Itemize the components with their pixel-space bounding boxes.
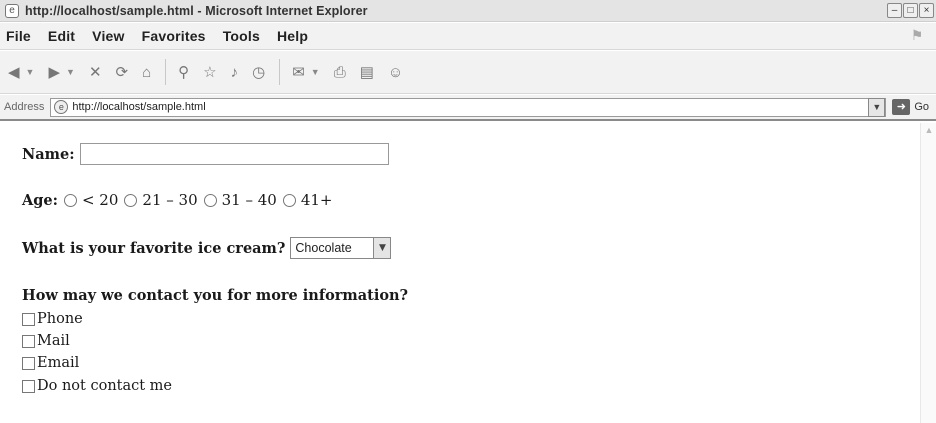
ie-page-icon: e (54, 100, 69, 114)
chevron-down-icon[interactable]: ▼ (311, 67, 320, 77)
ie-page-icon: e (5, 3, 19, 18)
icecream-select[interactable]: Chocolate ▼ (290, 237, 392, 259)
contact-label: How may we contact you for more informat… (22, 287, 409, 304)
icecream-row: What is your favorite ice cream? Chocola… (22, 237, 392, 259)
go-button[interactable]: ➜ Go (892, 99, 929, 115)
age-row: Age: < 20 21 – 30 31 – 40 41+ (22, 191, 333, 209)
radio-button[interactable] (124, 193, 138, 207)
chevron-down-icon[interactable]: ▼ (66, 67, 75, 77)
age-option-label: < 20 (81, 191, 119, 209)
checkbox[interactable] (22, 356, 35, 370)
messenger-icon: ☺ (387, 63, 404, 81)
refresh-icon: ⟳ (115, 64, 129, 81)
menu-favorites[interactable]: Favorites (142, 28, 206, 44)
icecream-label: What is your favorite ice cream? (22, 239, 286, 257)
menu-tools[interactable]: Tools (223, 28, 260, 44)
age-option-31-40[interactable]: 31 – 40 (198, 191, 277, 209)
address-url[interactable]: http://localhost/sample.html (72, 101, 205, 113)
window-controls: – □ × (887, 3, 934, 18)
go-label: Go (914, 101, 930, 113)
age-option-under-20[interactable]: < 20 (58, 191, 118, 209)
icecream-selected-value: Chocolate (295, 241, 352, 255)
search-icon: ⚲ (178, 64, 190, 81)
stop-button[interactable]: ✕ (89, 63, 102, 81)
name-field[interactable] (79, 143, 389, 165)
menu-file[interactable]: File (6, 28, 31, 44)
history-icon: ◷ (252, 64, 266, 81)
mail-icon: ✉ (292, 64, 305, 81)
radio-button[interactable] (63, 193, 77, 207)
menu-edit[interactable]: Edit (48, 28, 75, 44)
search-button[interactable]: ⚲ (178, 63, 189, 81)
vertical-scrollbar[interactable]: ▲ (920, 123, 936, 423)
age-option-41-plus[interactable]: 41+ (277, 191, 333, 209)
forward-button[interactable]: ▶ ▼ (48, 63, 74, 81)
menu-view[interactable]: View (92, 28, 124, 44)
age-option-label: 41+ (300, 191, 333, 209)
home-icon: ⌂ (142, 63, 152, 81)
contact-option-label: Phone (37, 311, 83, 327)
chevron-down-icon[interactable]: ▼ (373, 238, 391, 258)
address-label: Address (4, 101, 45, 113)
age-option-label: 31 – 40 (221, 191, 277, 209)
favorites-icon: ☆ (203, 64, 217, 81)
address-input[interactable]: e http://localhost/sample.html ▼ (50, 97, 887, 117)
age-option-label: 21 – 30 (142, 191, 198, 209)
contact-option-label: Mail (37, 333, 70, 349)
contact-option-label: Do not contact me (37, 378, 173, 394)
toolbar-divider (279, 59, 281, 85)
age-label: Age: (22, 191, 58, 209)
checkbox[interactable] (22, 312, 35, 326)
back-button[interactable]: ◀ ▼ (8, 63, 34, 81)
contact-option-mail[interactable]: Mail (22, 333, 70, 349)
media-icon: ♪ (230, 63, 239, 81)
maximize-button[interactable]: □ (903, 3, 918, 18)
window-title: http://localhost/sample.html - Microsoft… (25, 3, 368, 18)
checkbox[interactable] (22, 334, 35, 348)
address-bar: Address e http://localhost/sample.html ▼… (0, 95, 936, 121)
menu-help[interactable]: Help (277, 28, 308, 44)
edit-button[interactable]: ▤ (360, 63, 374, 81)
scroll-up-icon[interactable]: ▲ (923, 125, 935, 137)
refresh-button[interactable]: ⟳ (116, 63, 129, 81)
contact-heading-row: How may we contact you for more informat… (22, 287, 408, 304)
stop-icon: ✕ (88, 64, 102, 81)
menu-bar: File Edit View Favorites Tools Help ⚑ (0, 23, 936, 50)
minimize-button[interactable]: – (887, 3, 902, 18)
favorites-button[interactable]: ☆ (203, 63, 216, 81)
history-button[interactable]: ◷ (252, 63, 265, 81)
toolbar-divider (165, 59, 167, 85)
contact-option-phone[interactable]: Phone (22, 311, 83, 327)
radio-button[interactable] (203, 193, 217, 207)
checkbox[interactable] (22, 379, 35, 393)
title-bar: e http://localhost/sample.html - Microso… (0, 0, 936, 22)
page-content: Name: Age: < 20 21 – 30 31 – 40 41+ What… (0, 123, 920, 423)
arrow-right-icon: ➜ (892, 99, 911, 115)
contact-option-none[interactable]: Do not contact me (22, 378, 172, 394)
radio-button[interactable] (282, 193, 296, 207)
chevron-down-icon[interactable]: ▼ (868, 97, 886, 117)
back-icon: ◀ (8, 64, 20, 81)
windows-logo-icon: ⚑ (910, 27, 924, 43)
close-button[interactable]: × (919, 3, 934, 18)
print-icon: ⎙ (333, 63, 346, 81)
print-button[interactable]: ⎙ (334, 64, 346, 81)
contact-option-email[interactable]: Email (22, 355, 79, 371)
contact-option-label: Email (37, 355, 80, 371)
forward-icon: ▶ (48, 64, 61, 81)
messenger-button[interactable]: ☺ (388, 64, 403, 81)
edit-icon: ▤ (359, 64, 374, 81)
toolbar: ◀ ▼ ▶ ▼ ✕ ⟳ ⌂ ⚲ ☆ ♪ ◷ ✉ ▼ ⎙ ▤ ☺ (0, 51, 936, 94)
media-button[interactable]: ♪ (231, 64, 239, 81)
home-button[interactable]: ⌂ (142, 64, 151, 81)
mail-button[interactable]: ✉ ▼ (292, 63, 320, 81)
name-label: Name: (22, 145, 75, 163)
name-row: Name: (22, 143, 389, 165)
age-option-21-30[interactable]: 21 – 30 (118, 191, 198, 209)
chevron-down-icon[interactable]: ▼ (26, 67, 35, 77)
